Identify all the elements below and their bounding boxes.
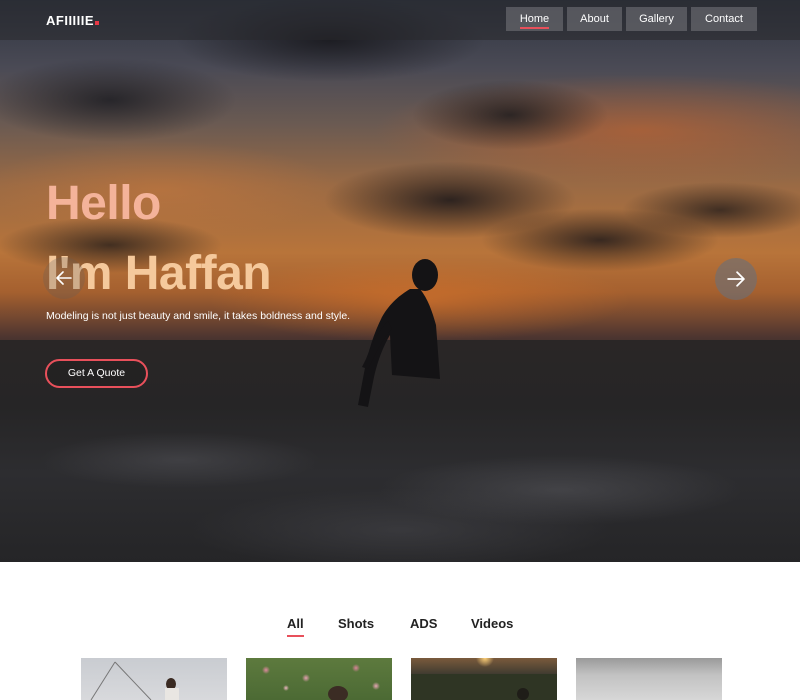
hero-tagline: Modeling is not just beauty and smile, i… (46, 310, 351, 322)
nav-about-label: About (580, 13, 609, 25)
filter-videos[interactable]: Videos (471, 616, 513, 631)
nav-home[interactable]: Home (506, 7, 563, 31)
sunset-photo (411, 674, 557, 700)
filter-all[interactable]: All (287, 616, 304, 637)
nav-contact[interactable]: Contact (691, 7, 757, 31)
arrow-left-icon (56, 271, 72, 285)
gallery-thumb-3[interactable] (411, 658, 557, 700)
filter-shots[interactable]: Shots (338, 616, 374, 631)
arrow-right-icon (727, 271, 745, 287)
slider-prev-button[interactable] (43, 257, 85, 299)
flower-field-photo (328, 686, 348, 700)
logo-dot (95, 21, 100, 25)
hero-title-line1: Hello (46, 177, 161, 230)
person-silhouette (358, 259, 440, 407)
hero-section: AFIIIIIE Home About Gallery Contact Hell… (0, 0, 800, 562)
filter-ads[interactable]: ADS (410, 616, 437, 631)
top-navbar: AFIIIIIE Home About Gallery Contact (0, 0, 800, 40)
gallery-thumb-4[interactable] (576, 658, 722, 700)
slider-next-button[interactable] (715, 258, 757, 300)
nav-about[interactable]: About (567, 7, 622, 31)
gallery-thumb-2[interactable] (246, 658, 392, 700)
nav-home-label: Home (519, 13, 550, 29)
nav-gallery[interactable]: Gallery (626, 7, 687, 31)
site-logo[interactable]: AFIIIIIE (46, 13, 100, 28)
tent-photo (90, 661, 179, 700)
nav-gallery-label: Gallery (639, 13, 674, 25)
nav-contact-label: Contact (705, 13, 743, 25)
gallery-thumb-1[interactable] (81, 658, 227, 700)
get-a-quote-button[interactable]: Get A Quote (45, 359, 148, 388)
